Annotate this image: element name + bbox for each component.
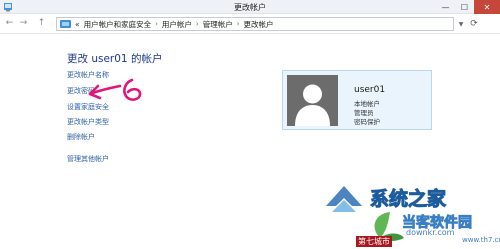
- user-silhouette-icon: [287, 75, 338, 126]
- breadcrumb-separator[interactable]: ›: [155, 20, 158, 28]
- navigation-bar: ← → ↑ « 用户帐户和家庭安全 › 用户帐户 › 管理帐户 › 更改帐户 ▼…: [0, 14, 500, 34]
- back-arrow-icon[interactable]: ←: [4, 18, 15, 29]
- breadcrumb-separator[interactable]: ›: [237, 20, 240, 28]
- watermark-url: downkr.com: [406, 228, 455, 237]
- page-title: 更改 user01 的帐户: [67, 53, 163, 65]
- watermark-tag-url: www.th7.cn: [462, 236, 500, 244]
- breadcrumb-overflow[interactable]: «: [75, 20, 80, 29]
- close-button[interactable]: ✕: [474, 0, 500, 14]
- delete-account-link[interactable]: 删除帐户: [67, 132, 95, 142]
- forward-arrow-icon[interactable]: →: [18, 18, 29, 29]
- watermark-tag: 第七城市: [356, 236, 392, 247]
- user-avatar: [287, 75, 338, 126]
- breadcrumb-separator[interactable]: ›: [196, 20, 199, 28]
- refresh-icon[interactable]: ⟳: [468, 17, 480, 31]
- manage-other-accounts-link[interactable]: 管理其他帐户: [67, 154, 109, 164]
- up-arrow-icon[interactable]: ↑: [36, 18, 47, 29]
- breadcrumb-manage-accounts[interactable]: 管理帐户: [203, 19, 233, 30]
- minimize-button[interactable]: —: [436, 0, 455, 14]
- address-bar[interactable]: « 用户帐户和家庭安全 › 用户帐户 › 管理帐户 › 更改帐户: [56, 17, 454, 31]
- change-account-type-link[interactable]: 更改帐户类型: [67, 117, 109, 127]
- control-panel-folder-icon: [60, 20, 71, 28]
- maximize-button[interactable]: ☐: [455, 0, 474, 14]
- breadcrumb-change-account[interactable]: 更改帐户: [244, 19, 274, 30]
- breadcrumb-user-accounts-family-safety[interactable]: 用户帐户和家庭安全: [84, 19, 152, 30]
- window-title: 更改帐户: [234, 3, 266, 12]
- address-dropdown-icon[interactable]: ▼: [456, 17, 466, 31]
- title-bar: 更改帐户 — ☐ ✕: [0, 0, 500, 14]
- account-card: user01 本地帐户 管理员 密码保护: [282, 70, 432, 130]
- breadcrumb-user-accounts[interactable]: 用户帐户: [162, 19, 192, 30]
- watermark-title: 系统之家: [369, 188, 447, 211]
- account-name: user01: [354, 85, 386, 95]
- annotation-arrow-icon: [88, 78, 142, 101]
- account-password-status: 密码保护: [354, 118, 380, 126]
